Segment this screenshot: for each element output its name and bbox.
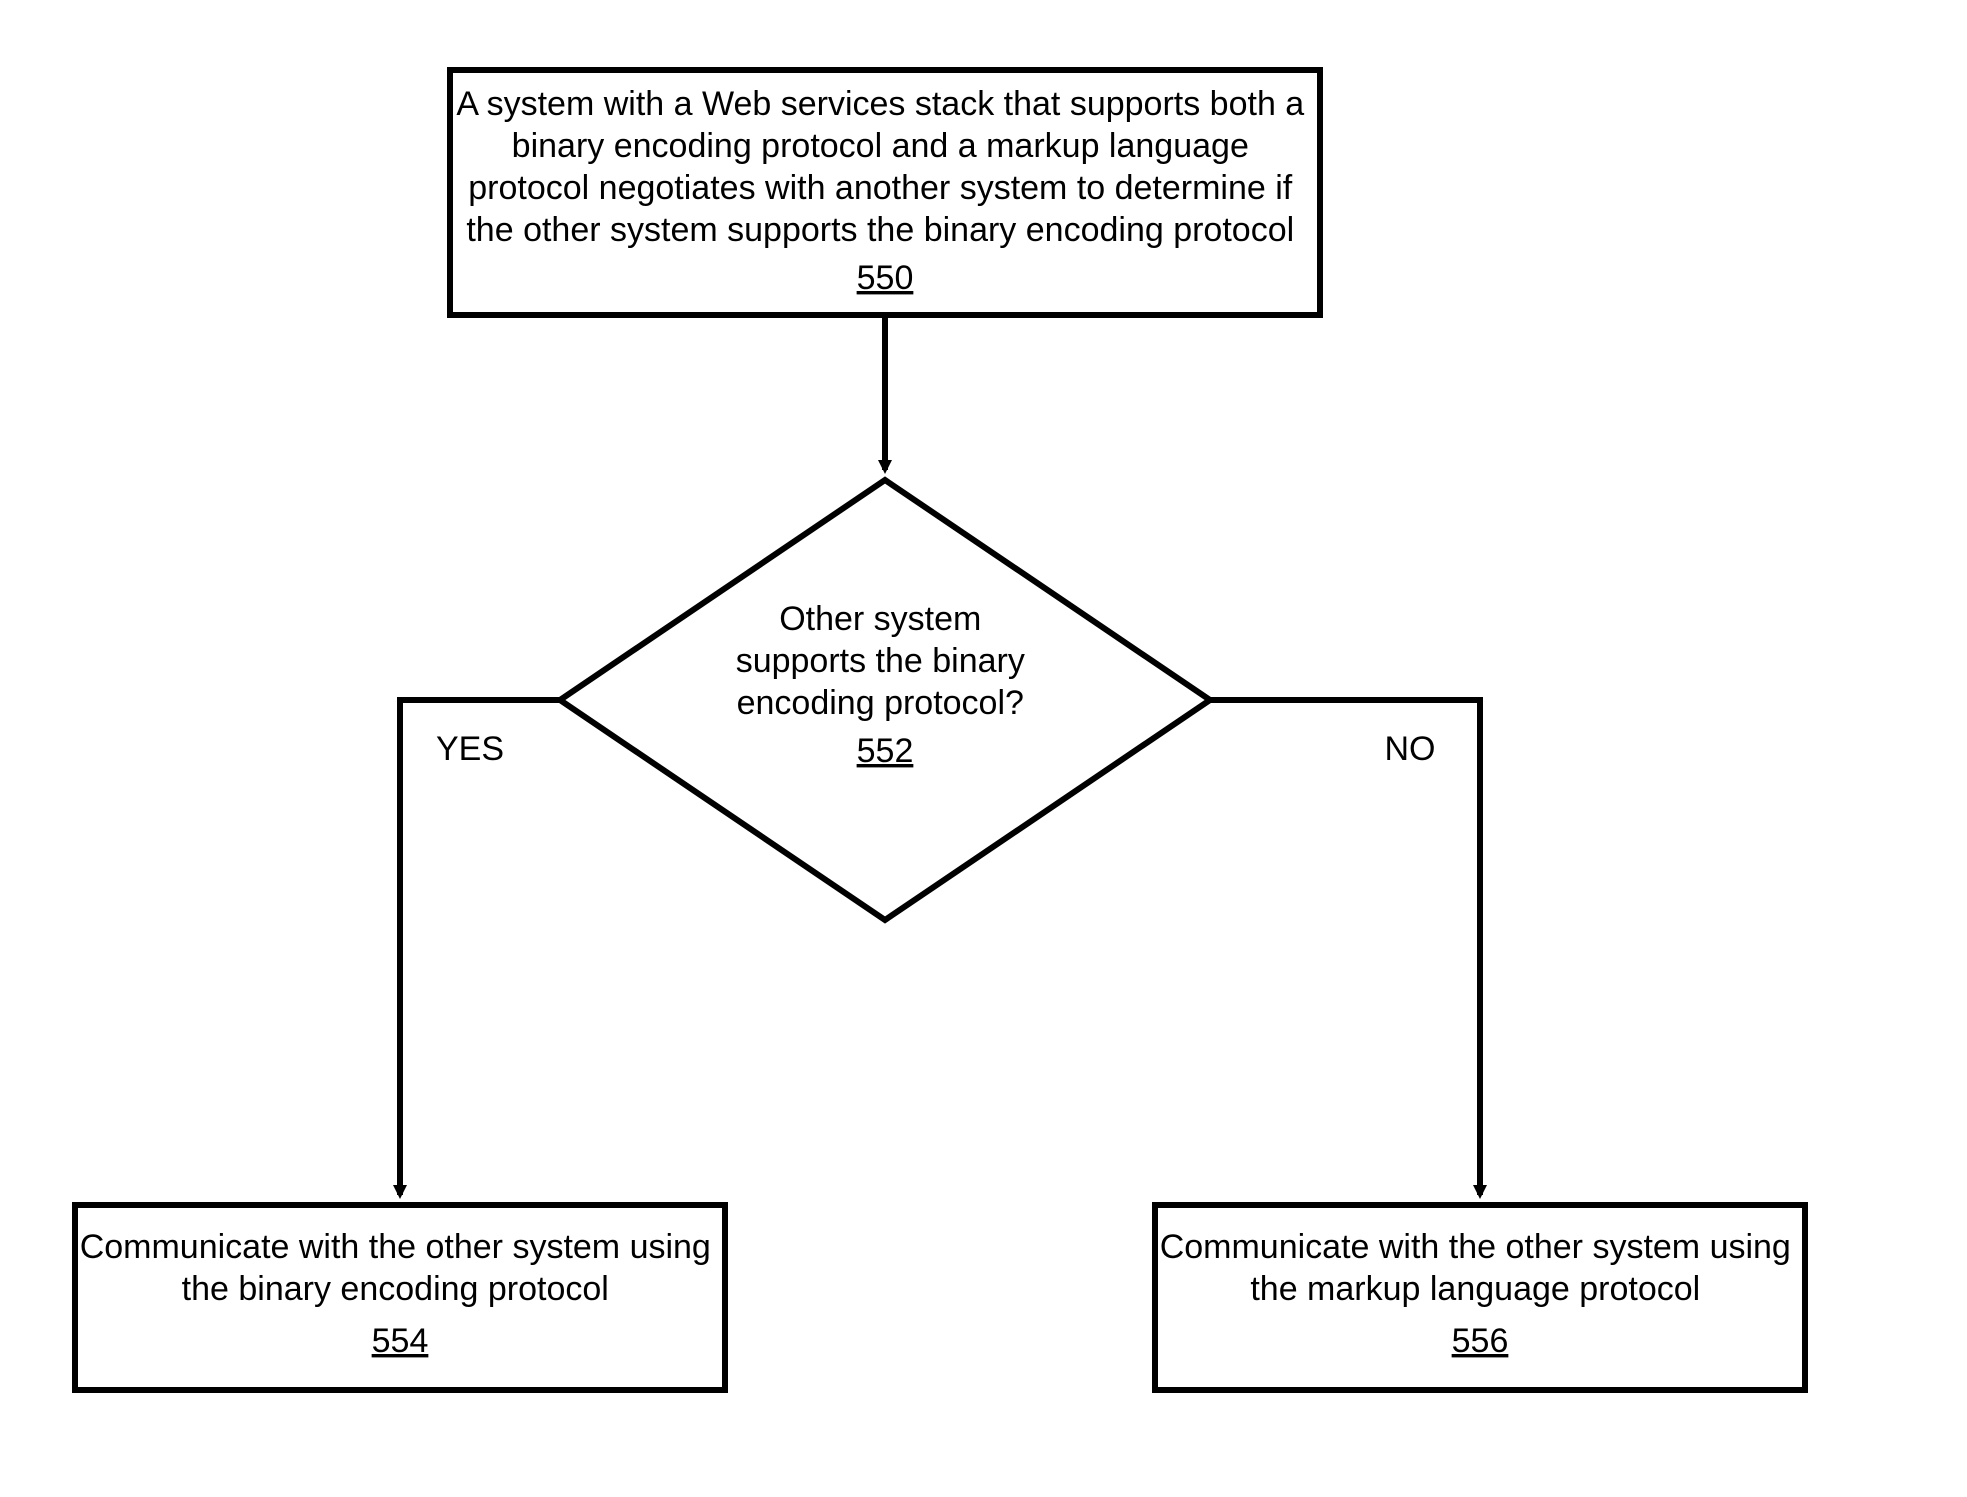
flowchart: A system with a Web services stack that … — [0, 0, 1967, 1497]
node-554-line1: Communicate with the other system using — [80, 1228, 711, 1266]
node-556-line2: the markup language protocol — [1250, 1270, 1700, 1308]
node-552-line2: supports the binary — [736, 642, 1025, 680]
svg-text:A system with a Web services s: A system with a Web services stack that … — [456, 85, 1313, 297]
node-550-line1: A system with a Web services stack that … — [456, 85, 1304, 123]
branch-yes-label: YES — [436, 730, 504, 768]
node-552: Other system supports the binary encodin… — [560, 480, 1210, 920]
svg-text:Other system supports th: Other system supports the binary encodin… — [736, 600, 1035, 770]
edge-552-556: NO — [1210, 700, 1480, 1195]
branch-no-label: NO — [1385, 730, 1436, 768]
node-550-line3: protocol negotiates with another system … — [468, 169, 1293, 207]
node-550-line4: the other system supports the binary enc… — [466, 211, 1294, 249]
node-550-line2: binary encoding protocol and a markup la… — [512, 127, 1249, 165]
node-552-line3: encoding protocol? — [737, 684, 1024, 722]
node-554-ref: 554 — [372, 1322, 429, 1360]
node-554-line2: the binary encoding protocol — [182, 1270, 609, 1308]
node-556-ref: 556 — [1452, 1322, 1509, 1360]
node-554: Communicate with the other system using … — [75, 1205, 725, 1390]
svg-text:Communicate with the other sys: Communicate with the other system using … — [1160, 1228, 1801, 1360]
node-550-ref: 550 — [857, 259, 914, 297]
node-552-line1: Other system — [779, 600, 981, 638]
node-556: Communicate with the other system using … — [1155, 1205, 1805, 1390]
node-552-ref: 552 — [857, 732, 914, 770]
node-550: A system with a Web services stack that … — [450, 70, 1320, 315]
node-556-line1: Communicate with the other system using — [1160, 1228, 1791, 1266]
edge-552-554: YES — [400, 700, 560, 1195]
svg-text:Communicate with the other sys: Communicate with the other system using … — [80, 1228, 721, 1360]
